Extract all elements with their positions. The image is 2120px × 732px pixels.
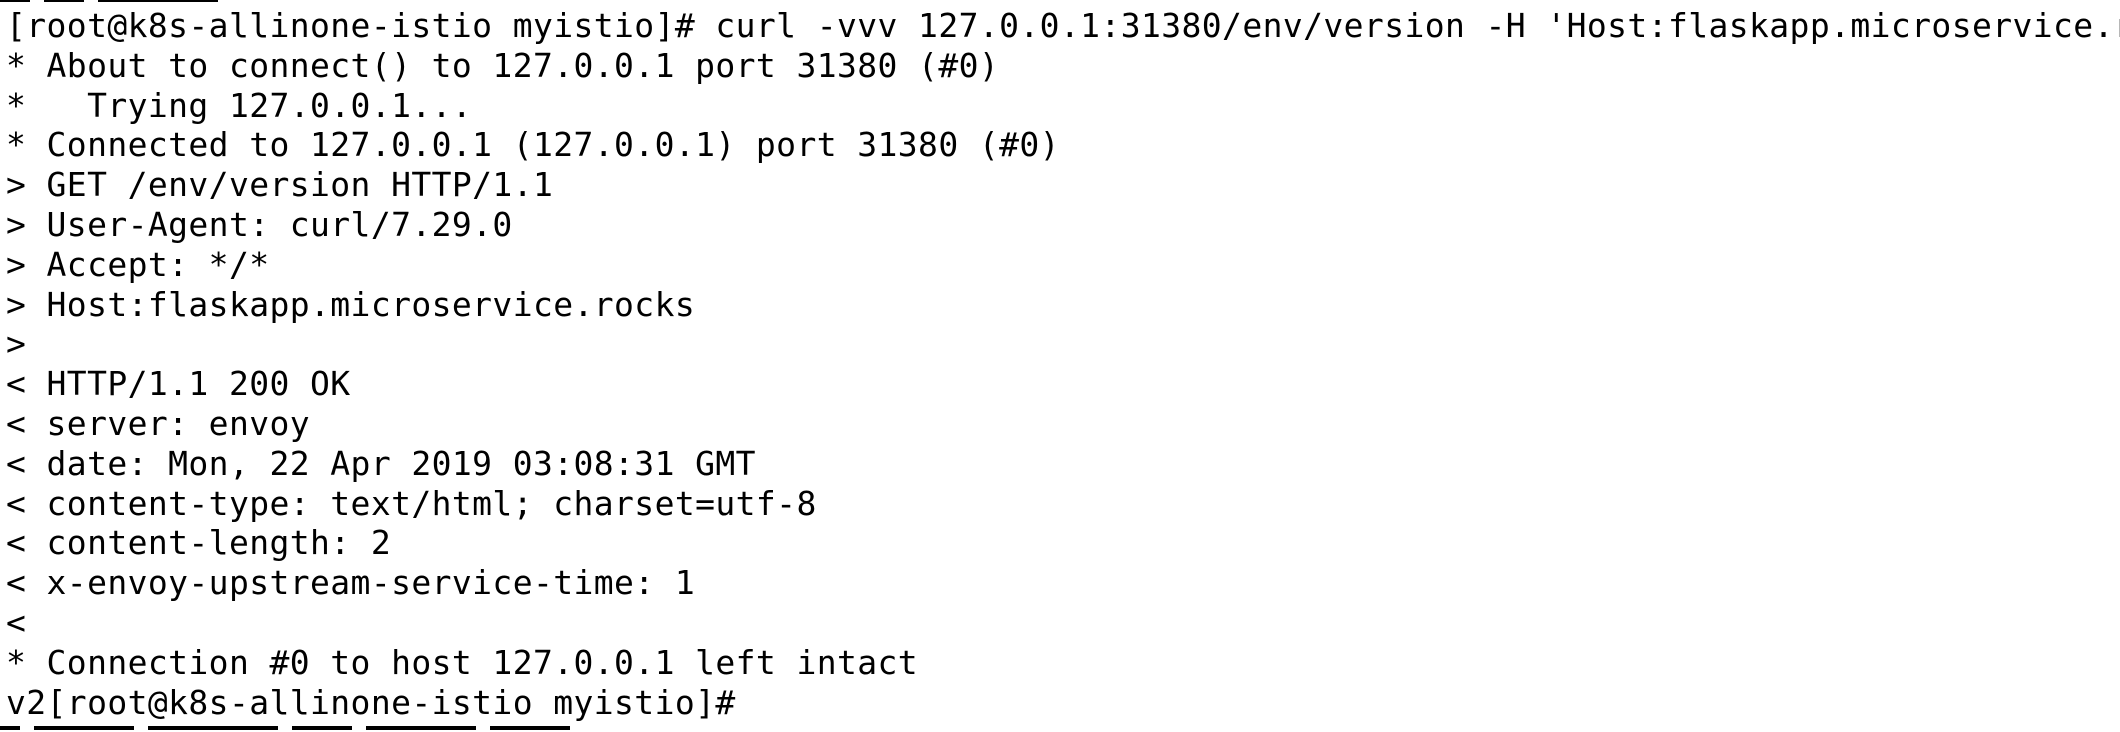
- request-header-line: > Host:flaskapp.microservice.rocks: [6, 284, 696, 324]
- response-header-line: < content-type: text/html; charset=utf-8: [6, 483, 817, 523]
- output-line: * Connected to 127.0.0.1 (127.0.0.1) por…: [6, 125, 1060, 165]
- clipped-previous-line: [0, 0, 232, 4]
- request-line: > GET /env/version HTTP/1.1: [6, 165, 554, 205]
- command-prompt-line[interactable]: v2[root@k8s-allinone-istio myistio]#: [6, 683, 2120, 723]
- response-header-line: < x-envoy-upstream-service-time: 1: [6, 563, 696, 603]
- output-line: * Connection #0 to host 127.0.0.1 left i…: [6, 642, 919, 682]
- request-header-line: > Accept: */*: [6, 244, 270, 284]
- response-status-line: < HTTP/1.1 200 OK: [6, 364, 351, 404]
- response-header-line: < content-length: 2: [6, 523, 392, 563]
- command-prompt-line: [root@k8s-allinone-istio myistio]# curl …: [6, 6, 2120, 45]
- response-header-line: < server: envoy: [6, 403, 311, 443]
- output-line: * About to connect() to 127.0.0.1 port 3…: [6, 45, 1000, 85]
- request-end-line: >: [6, 324, 27, 364]
- terminal-window[interactable]: [root@k8s-allinone-istio myistio]# curl …: [0, 0, 2120, 732]
- response-header-line: < date: Mon, 22 Apr 2019 03:08:31 GMT: [6, 443, 756, 483]
- output-line: * Trying 127.0.0.1...: [6, 85, 473, 125]
- clipped-next-line: [0, 726, 584, 732]
- terminal-output: [root@k8s-allinone-istio myistio]# curl …: [6, 6, 2120, 722]
- request-header-line: > User-Agent: curl/7.29.0: [6, 204, 513, 244]
- response-end-line: <: [6, 602, 27, 642]
